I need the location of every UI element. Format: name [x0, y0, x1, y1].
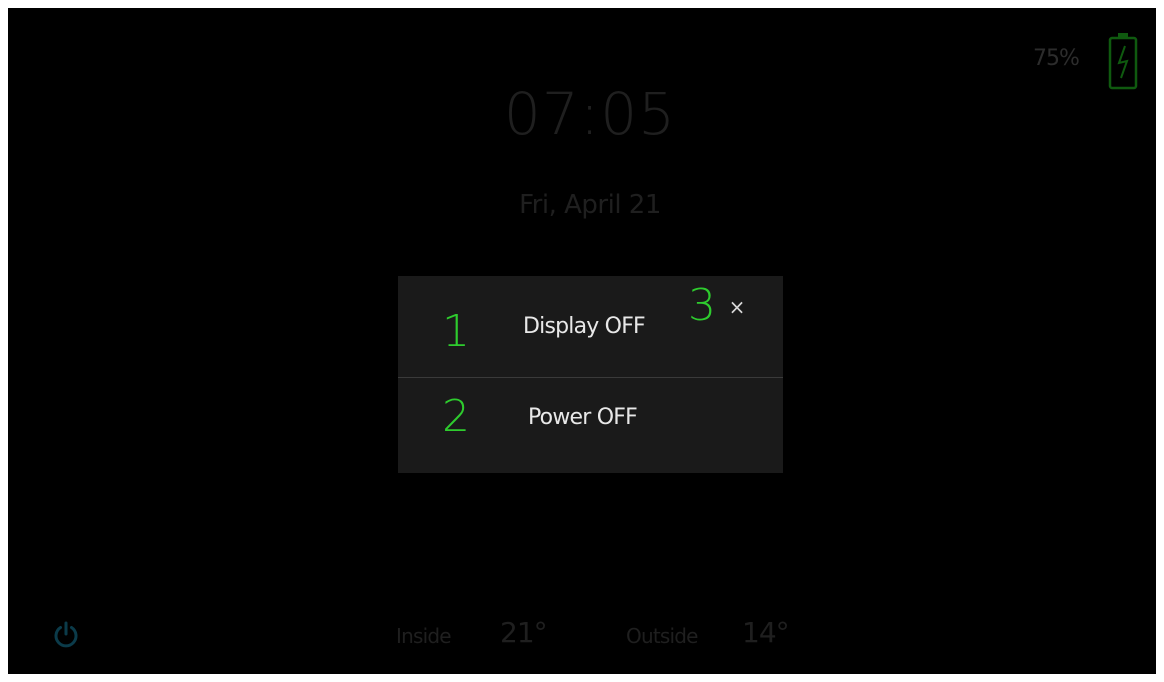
- battery-percent: 75%: [1033, 46, 1080, 71]
- outside-temp-label: Outside: [626, 624, 698, 648]
- outside-temp-value: 14°: [742, 616, 790, 649]
- close-icon[interactable]: ×: [724, 294, 750, 320]
- callout-number-3: 3: [688, 280, 716, 331]
- power-off-option[interactable]: 2 Power OFF: [398, 375, 783, 473]
- display-off-label: Display OFF: [523, 314, 646, 339]
- power-off-label: Power OFF: [528, 405, 638, 430]
- power-icon[interactable]: [51, 620, 81, 650]
- display-off-option[interactable]: 1 Display OFF 3 ×: [398, 276, 783, 374]
- clock-time: 07:05: [503, 80, 677, 148]
- callout-number-1: 1: [442, 306, 470, 357]
- inside-temp-value: 21°: [500, 616, 548, 649]
- power-options-dialog: 1 Display OFF 3 × 2 Power OFF: [398, 276, 783, 473]
- callout-number-2: 2: [442, 391, 470, 442]
- inside-temp-label: Inside: [396, 624, 452, 648]
- lock-screen: 75% 07:05 Fri, April 21 1 Display OFF 3 …: [8, 8, 1156, 674]
- clock-date: Fri, April 21: [519, 190, 661, 220]
